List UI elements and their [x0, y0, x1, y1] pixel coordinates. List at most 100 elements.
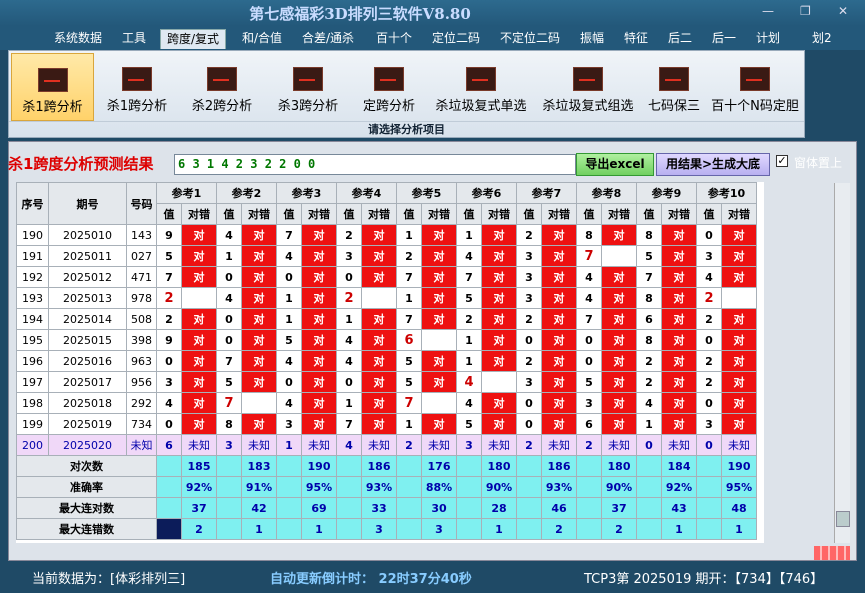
menu-sum[interactable]: 和/合值	[236, 29, 288, 49]
ref-value-cell: 5	[456, 287, 482, 309]
stat-value: 186	[361, 455, 397, 477]
stat-value: 37	[601, 497, 637, 519]
ribbon: 杀1跨分析 杀1跨分析 杀2跨分析 杀3跨分析 定跨分析 杀垃圾复式单选 杀垃圾…	[8, 50, 805, 138]
stat-blank	[696, 497, 722, 519]
menu-tools[interactable]: 工具	[116, 29, 152, 49]
ref-hit-cell: 对	[601, 413, 637, 435]
ref-value-cell: 8	[216, 413, 242, 435]
close-icon[interactable]: ✕	[838, 4, 848, 18]
table-row[interactable]: 191 2025011 027 5 对 1 对 4 对 3 对 2 对 4 对 3 对 7 5 对 3 对	[16, 245, 757, 267]
stat-blank	[156, 497, 182, 519]
stat-row: 对次数 185 183 190 186 176 180 186 180 184 190	[16, 455, 757, 477]
ref-hit-cell: 对	[601, 266, 637, 288]
ref-hit-cell: 对	[661, 350, 697, 372]
ribbon-kill1-span[interactable]: 杀1跨分析	[97, 53, 177, 121]
row-number: 292	[126, 392, 157, 414]
stat-blank	[636, 497, 662, 519]
table-row[interactable]: 197 2025017 956 3 对 5 对 0 对 0 对 5 对 4 3 对 5 对 2 对 2 对	[16, 371, 757, 393]
ref-value-cell: 1	[396, 224, 422, 246]
scrollbar-thumb[interactable]	[836, 511, 850, 527]
table-row[interactable]: 190 2025010 143 9 对 4 对 7 对 2 对 1 对 1 对 2 对 8 对 8 对 0 对	[16, 224, 757, 246]
ribbon-kill1-span-analysis[interactable]: 杀1跨分析	[11, 53, 94, 121]
ref-hit-cell: 对	[601, 371, 637, 393]
menu-span-compound[interactable]: 跨度/复式	[160, 29, 227, 49]
table-row[interactable]: 192 2025012 471 7 对 0 对 0 对 0 对 7 对 7 对 3 对 4 对 7 对 4 对	[16, 266, 757, 288]
ref-hit-cell: 对	[541, 413, 577, 435]
ref-value-cell: 7	[216, 350, 242, 372]
menu-diff-kill[interactable]: 合差/通杀	[296, 29, 360, 49]
menu-plan[interactable]: 计划	[750, 29, 786, 49]
menu-features[interactable]: 特征	[618, 29, 654, 49]
stat-blank	[276, 476, 302, 498]
menu-fixed-two[interactable]: 定位二码	[426, 29, 486, 49]
export-excel-button[interactable]: 导出excel	[576, 153, 654, 176]
ref-hit-cell: 对	[421, 266, 457, 288]
chart-icon	[207, 67, 237, 91]
stat-value: 95%	[721, 476, 757, 498]
stat-blank	[636, 518, 662, 540]
table-row[interactable]: 195 2025015 398 9 对 0 对 5 对 4 对 6 1 对 0 对 0 对 8 对 0 对	[16, 329, 757, 351]
ref-value-cell: 0	[336, 371, 362, 393]
stat-label: 最大连对数	[16, 497, 157, 519]
ref-hit-cell: 未知	[301, 434, 337, 456]
ref-hit-cell: 对	[601, 329, 637, 351]
ref-hit-cell	[721, 287, 757, 309]
row-issue: 2025011	[48, 245, 127, 267]
table-row[interactable]: 194 2025014 508 2 对 0 对 1 对 1 对 7 对 2 对 2 对 7 对 6 对 2 对	[16, 308, 757, 330]
stat-value: 190	[721, 455, 757, 477]
ref-hit-cell: 未知	[421, 434, 457, 456]
ribbon-junk-single[interactable]: 杀垃圾复式单选	[429, 53, 533, 121]
ref-value-cell: 7	[576, 245, 602, 267]
menu-positions[interactable]: 百十个	[370, 29, 418, 49]
ref-hit-cell: 对	[661, 245, 697, 267]
menu-amplitude[interactable]: 振幅	[574, 29, 610, 49]
vertical-scrollbar[interactable]	[834, 183, 850, 543]
row-number: 027	[126, 245, 157, 267]
table-row[interactable]: 198 2025018 292 4 对 7 4 对 1 对 7 4 对 0 对 3 对 4 对 0 对	[16, 392, 757, 414]
ref-hit-cell: 对	[361, 308, 397, 330]
menu-unfixed-two[interactable]: 不定位二码	[494, 29, 566, 49]
menu-plan2[interactable]: 划2	[806, 29, 838, 49]
ref-hit-cell: 对	[601, 350, 637, 372]
topmost-label: 窗体置上	[794, 156, 843, 170]
menu-bar: 系统数据 工具 跨度/复式 和/合值 合差/通杀 百十个 定位二码 不定位二码 …	[0, 26, 865, 50]
ref-value-cell: 3	[216, 434, 242, 456]
ref-hit-cell: 对	[241, 266, 277, 288]
ref-value-cell: 6	[636, 308, 662, 330]
stat-value: 180	[601, 455, 637, 477]
prediction-row[interactable]: 200 2025020 未知 6 未知 3 未知 1 未知 4 未知 2 未知 3 未知 2 未知 2 未知 0 未知 0…	[16, 434, 757, 456]
ribbon-fixed-span[interactable]: 定跨分析	[353, 53, 425, 121]
table-row[interactable]: 199 2025019 734 0 对 8 对 3 对 7 对 1 对 5 对 0 对 6 对 1 对 3 对	[16, 413, 757, 435]
ref-hit-cell: 对	[481, 266, 517, 288]
table-row[interactable]: 196 2025016 963 0 对 7 对 4 对 4 对 5 对 1 对 2 对 0 对 2 对 2 对	[16, 350, 757, 372]
ribbon-kill3-span[interactable]: 杀3跨分析	[267, 53, 349, 121]
menu-last-one[interactable]: 后一	[706, 29, 742, 49]
ribbon-seven-code[interactable]: 七码保三	[643, 53, 705, 121]
ref-value-cell: 7	[276, 224, 302, 246]
ref-hit-cell	[421, 392, 457, 414]
minimize-icon[interactable]: —	[762, 4, 774, 18]
ribbon-n-code[interactable]: 百十个N码定胆	[708, 53, 802, 121]
ref-value-cell: 5	[156, 245, 182, 267]
header-ref-1: 参考1	[156, 182, 217, 204]
ref-hit-cell: 对	[721, 350, 757, 372]
ref-hit-cell: 对	[181, 308, 217, 330]
table-row[interactable]: 193 2025013 978 2 4 对 1 对 2 1 对 5 对 3 对 4 对 8 对 2	[16, 287, 757, 309]
result-field[interactable]: 6 3 1 4 2 3 2 2 0 0	[174, 154, 576, 175]
ref-hit-cell: 对	[661, 392, 697, 414]
ref-value-cell: 0	[216, 308, 242, 330]
ref-hit-cell: 未知	[601, 434, 637, 456]
ref-value-cell: 3	[336, 245, 362, 267]
menu-last-two[interactable]: 后二	[662, 29, 698, 49]
generate-base-button[interactable]: 用结果>生成大底	[656, 153, 770, 176]
restore-icon[interactable]: ❐	[800, 4, 811, 18]
menu-system-data[interactable]: 系统数据	[48, 29, 108, 49]
ref-hit-cell: 对	[241, 287, 277, 309]
stat-value: 48	[721, 497, 757, 519]
topmost-checkbox[interactable]: ✓	[776, 155, 788, 167]
ribbon-kill2-span[interactable]: 杀2跨分析	[181, 53, 263, 121]
ribbon-junk-group[interactable]: 杀垃圾复式组选	[536, 53, 640, 121]
ref-hit-cell: 对	[661, 413, 697, 435]
stat-value: 186	[541, 455, 577, 477]
header-value: 值	[576, 203, 602, 225]
